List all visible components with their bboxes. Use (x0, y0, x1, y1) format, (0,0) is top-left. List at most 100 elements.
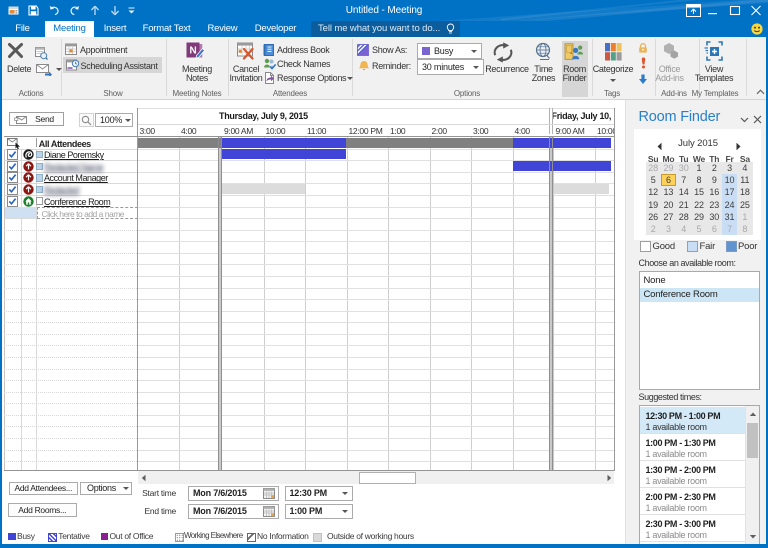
calendar-day[interactable]: 21 (676, 199, 691, 211)
zoom-level-select[interactable]: 100% (95, 113, 133, 128)
attendee-row[interactable]: Redacted Name (4, 160, 137, 172)
tell-me-box[interactable]: Tell me what you want to do... (311, 21, 460, 37)
undo-icon[interactable] (48, 5, 60, 16)
calendar-day[interactable]: 30 (676, 162, 691, 174)
calendar-day[interactable]: 30 (707, 211, 722, 223)
collapse-ribbon-icon[interactable] (756, 88, 765, 95)
close-icon[interactable] (750, 4, 764, 18)
calendar-day[interactable]: 9 (707, 174, 722, 186)
attendee-checkbox[interactable] (7, 161, 18, 172)
next-month-icon[interactable] (735, 142, 742, 151)
options-button[interactable]: Options (80, 482, 132, 495)
check-names-label[interactable]: Check Names (277, 59, 330, 69)
tab-developer[interactable]: Developer (248, 21, 303, 37)
calendar-day[interactable]: 2 (707, 162, 722, 174)
address-book-label[interactable]: Address Book (277, 45, 329, 55)
calendar-day[interactable]: 31 (722, 211, 737, 223)
minimize-icon[interactable] (707, 4, 721, 18)
grid-horizontal-scrollbar[interactable] (138, 471, 615, 484)
response-options-label[interactable]: Response Options (277, 73, 346, 83)
calendar-day[interactable]: 28 (676, 211, 691, 223)
ribbon-display-options-icon[interactable] (686, 4, 703, 18)
suggested-scrollbar[interactable] (745, 406, 759, 545)
attendee-checkbox[interactable] (7, 184, 18, 195)
scroll-down-icon[interactable] (749, 534, 757, 540)
meeting-notes-button-label[interactable]: Meeting Notes (174, 65, 220, 83)
attendee-row[interactable]: Redacted (4, 183, 137, 195)
calendar-day[interactable]: 19 (646, 199, 661, 211)
calendar-day[interactable]: 3 (661, 223, 676, 235)
calendar-day[interactable]: 17 (722, 186, 737, 198)
room-list[interactable]: NoneConference Room (639, 271, 761, 390)
calendar-day[interactable]: 29 (661, 162, 676, 174)
cancel-invitation-icon[interactable] (236, 42, 254, 60)
calendar-day[interactable]: 11 (737, 174, 752, 186)
customize-quick-access-icon[interactable] (128, 7, 136, 15)
calendar-day[interactable]: 7 (722, 223, 737, 235)
calendar-day[interactable]: 5 (691, 223, 706, 235)
calendar-day[interactable]: 24 (722, 199, 737, 211)
categorize-button-label[interactable]: Categorize (583, 65, 643, 74)
calendar-day[interactable]: 12 (646, 186, 661, 198)
attendee-row[interactable]: Conference Room (4, 195, 137, 207)
attendee-name[interactable]: Conference Room (44, 197, 110, 207)
calendar-day[interactable]: 26 (646, 211, 661, 223)
delete-icon[interactable] (7, 42, 24, 59)
open-in-window-icon[interactable] (35, 47, 48, 60)
calendar-day-today[interactable]: 6 (661, 174, 676, 186)
suggested-time-item[interactable]: 2:30 PM - 3:00 PM1 available room (640, 515, 746, 542)
send-button[interactable]: Send (9, 112, 64, 126)
zoom-search-button[interactable] (79, 113, 94, 128)
add-rooms-button[interactable]: Add Rooms... (8, 503, 77, 517)
calendar-day[interactable]: 15 (691, 186, 706, 198)
calendar-day[interactable]: 7 (676, 174, 691, 186)
attendee-name[interactable]: Redacted Name (44, 162, 103, 172)
end-time-select[interactable]: 1:00 PM (285, 504, 353, 519)
calendar-day[interactable]: 3 (722, 162, 737, 174)
calendar-day[interactable]: 4 (676, 223, 691, 235)
room-list-item[interactable]: Conference Room (640, 288, 760, 302)
scrollbar-thumb[interactable] (359, 472, 416, 484)
attendee-checkbox[interactable] (7, 172, 18, 183)
calendar-day[interactable]: 25 (737, 199, 752, 211)
calendar-day[interactable]: 5 (646, 174, 661, 186)
add-attendee-row[interactable]: Click here to add a name (4, 207, 137, 219)
calendar-day[interactable]: 22 (691, 199, 706, 211)
suggested-scrollbar-thumb[interactable] (747, 423, 758, 458)
calendar-day[interactable]: 13 (661, 186, 676, 198)
tab-insert[interactable]: Insert (94, 21, 136, 37)
add-attendee-name-cell[interactable]: Click here to add a name (37, 207, 138, 219)
low-importance-icon[interactable] (638, 74, 648, 85)
calendar-day[interactable]: 1 (691, 162, 706, 174)
room-list-item[interactable]: None (640, 274, 760, 288)
calendar-day[interactable]: 8 (691, 174, 706, 186)
tab-file[interactable]: File (0, 21, 45, 37)
previous-month-icon[interactable] (656, 142, 663, 151)
suggested-time-item[interactable]: 1:30 PM - 2:00 PM1 available room (640, 461, 746, 488)
calendar-day[interactable]: 16 (707, 186, 722, 198)
high-importance-icon[interactable] (640, 57, 647, 69)
collapse-pane-icon[interactable] (740, 117, 749, 123)
calendar-day[interactable]: 29 (691, 211, 706, 223)
calendar-day[interactable]: 14 (676, 186, 691, 198)
smiley-icon[interactable] (751, 23, 763, 35)
end-date-field[interactable]: Mon 7/6/2015 (188, 504, 279, 519)
suggested-time-item[interactable]: 2:00 PM - 2:30 PM1 available room (640, 488, 746, 515)
recurrence-icon[interactable] (491, 42, 515, 63)
forward-icon[interactable] (36, 63, 52, 76)
view-templates-icon[interactable] (704, 41, 724, 61)
save-icon[interactable] (28, 5, 39, 16)
scheduling-assistant-button[interactable]: Scheduling Assistant (63, 57, 162, 73)
suggested-times-list[interactable]: 12:30 PM - 1:00 PM1 available room1:00 P… (639, 405, 761, 548)
suggested-time-item[interactable]: 12:30 PM - 1:00 PM1 available room (640, 407, 746, 434)
start-time-select[interactable]: 12:30 PM (285, 486, 353, 501)
calendar-day[interactable]: 4 (737, 162, 752, 174)
start-date-picker-icon[interactable] (263, 488, 275, 499)
attendee-name[interactable]: Account Manager (44, 173, 108, 183)
time-zones-icon[interactable] (534, 42, 553, 61)
onenote-icon[interactable]: N (186, 42, 205, 60)
scheduling-grid[interactable] (138, 137, 614, 469)
tab-meeting[interactable]: Meeting (45, 21, 94, 37)
calendar-day[interactable]: 2 (646, 223, 661, 235)
next-item-icon[interactable] (110, 5, 120, 16)
